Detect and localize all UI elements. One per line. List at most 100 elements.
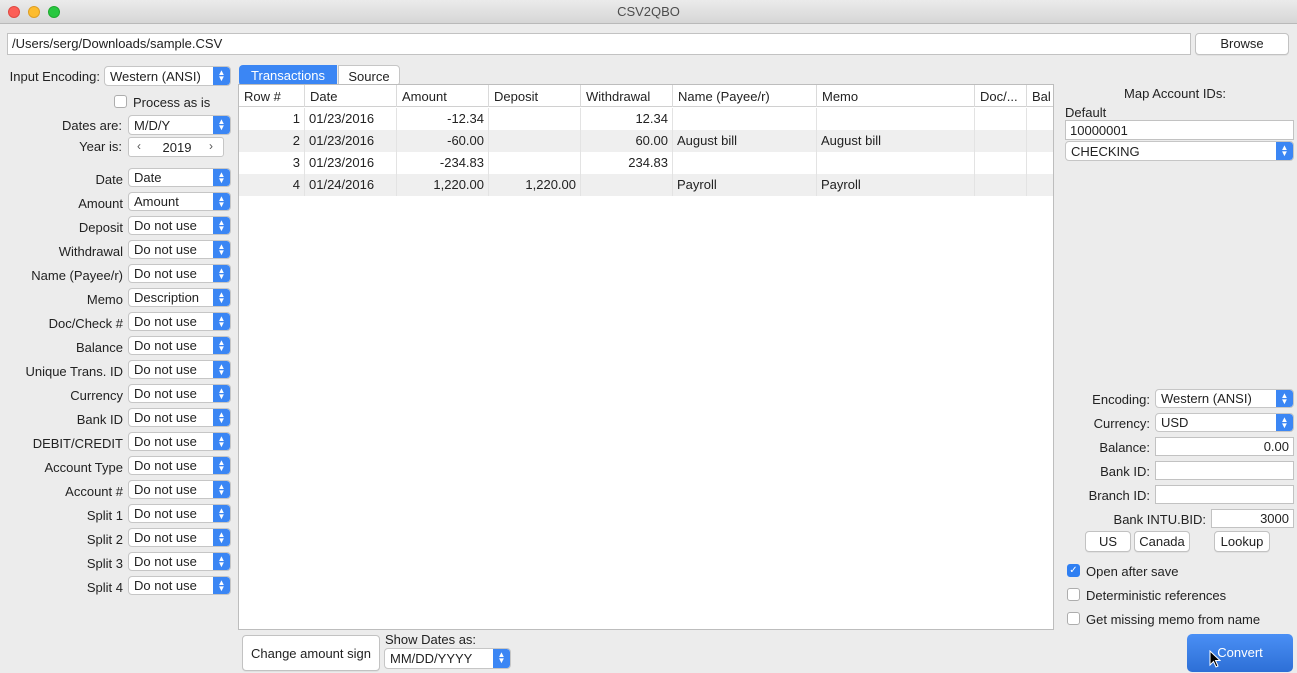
mouse-cursor-icon: [1209, 650, 1221, 668]
mapping-select[interactable]: Do not use ▲ ▼: [128, 504, 231, 523]
input-encoding-select[interactable]: Western (ANSI) ▲ ▼: [104, 66, 231, 86]
deterministic-references-checkbox[interactable]: [1067, 588, 1080, 601]
mapping-select[interactable]: Do not use ▲ ▼: [128, 408, 231, 427]
year-increment-icon[interactable]: ›: [209, 139, 213, 153]
mapping-value: Amount: [134, 194, 179, 209]
process-as-is-checkbox[interactable]: [114, 95, 127, 108]
show-dates-label: Show Dates as:: [385, 632, 477, 647]
mapping-label: Split 2: [86, 532, 123, 547]
input-encoding-label: Input Encoding:: [9, 69, 100, 84]
bank-id-label: Bank ID:: [1100, 464, 1150, 479]
show-dates-select[interactable]: MM/DD/YYYY ▲ ▼: [384, 648, 511, 669]
mapping-select[interactable]: Do not use ▲ ▼: [128, 312, 231, 331]
tab-source[interactable]: Source: [338, 65, 400, 86]
chevron-updown-icon: ▲ ▼: [213, 481, 230, 498]
mapping-value: Do not use: [134, 218, 197, 233]
column-header[interactable]: Doc/...: [975, 85, 1027, 107]
file-path-field[interactable]: /Users/serg/Downloads/sample.CSV: [7, 33, 1191, 55]
mapping-select[interactable]: Do not use ▲ ▼: [128, 480, 231, 499]
dates-are-select[interactable]: M/D/Y ▲ ▼: [128, 115, 231, 135]
year-stepper[interactable]: ‹ 2019 ›: [128, 137, 224, 157]
mapping-select[interactable]: Do not use ▲ ▼: [128, 528, 231, 547]
column-header[interactable]: Withdrawal: [581, 85, 673, 107]
balance-field[interactable]: 0.00: [1155, 437, 1294, 456]
balance-label: Balance:: [1099, 440, 1150, 455]
us-button[interactable]: US: [1085, 531, 1131, 552]
mapping-select[interactable]: Do not use ▲ ▼: [128, 264, 231, 283]
table-cell: [975, 108, 1027, 130]
table-cell: Payroll: [673, 174, 817, 196]
mapping-value: Do not use: [134, 386, 197, 401]
mapping-select[interactable]: Do not use ▲ ▼: [128, 576, 231, 595]
bank-id-field[interactable]: [1155, 461, 1294, 480]
encoding-select[interactable]: Western (ANSI) ▲ ▼: [1155, 389, 1294, 408]
table-cell: [1027, 130, 1053, 152]
mapping-value: Do not use: [134, 530, 197, 545]
mapping-select[interactable]: Do not use ▲ ▼: [128, 336, 231, 355]
column-header[interactable]: Bal: [1027, 85, 1053, 107]
canada-button[interactable]: Canada: [1134, 531, 1190, 552]
mapping-value: Do not use: [134, 482, 197, 497]
mapping-select[interactable]: Do not use ▲ ▼: [128, 432, 231, 451]
change-amount-sign-button[interactable]: Change amount sign: [242, 635, 380, 671]
show-dates-value: MM/DD/YYYY: [390, 651, 473, 666]
tab-transactions[interactable]: Transactions: [239, 65, 337, 86]
mapping-label: Bank ID: [76, 412, 123, 427]
mapping-label: Split 3: [86, 556, 123, 571]
missing-memo-checkbox[interactable]: [1067, 612, 1080, 625]
lookup-button[interactable]: Lookup: [1214, 531, 1270, 552]
mapping-select[interactable]: Description ▲ ▼: [128, 288, 231, 307]
mapping-value: Do not use: [134, 266, 197, 281]
map-account-title: Map Account IDs:: [1124, 86, 1226, 101]
transactions-table[interactable]: Row # Date Amount Deposit Withdrawal Name (Pa…: [238, 84, 1054, 630]
table-cell: [489, 152, 581, 174]
mapping-select[interactable]: Do not use ▲ ▼: [128, 360, 231, 379]
mapping-select[interactable]: Date ▲ ▼: [128, 168, 231, 187]
table-row[interactable]: 2 01/23/2016 -60.00 60.00 August bill August …: [239, 130, 1053, 152]
encoding-label: Encoding:: [1092, 392, 1150, 407]
chevron-updown-icon: ▲ ▼: [213, 289, 230, 306]
mapping-select[interactable]: Do not use ▲ ▼: [128, 240, 231, 259]
mapping-label: Unique Trans. ID: [25, 364, 123, 379]
table-row[interactable]: 4 01/24/2016 1,220.00 1,220.00 Payroll Payrol…: [239, 174, 1053, 196]
chevron-updown-icon: ▲ ▼: [1276, 390, 1293, 407]
table-cell: [1027, 174, 1053, 196]
browse-button[interactable]: Browse: [1195, 33, 1289, 55]
mapping-value: Do not use: [134, 338, 197, 353]
chevron-updown-icon: ▲ ▼: [213, 457, 230, 474]
intu-bid-field[interactable]: 3000: [1211, 509, 1294, 528]
column-header[interactable]: Row #: [239, 85, 305, 107]
chevron-updown-icon: ▲ ▼: [213, 409, 230, 426]
column-header[interactable]: Deposit: [489, 85, 581, 107]
open-after-save-checkbox[interactable]: ✓: [1067, 564, 1080, 577]
mapping-select[interactable]: Do not use ▲ ▼: [128, 552, 231, 571]
convert-button[interactable]: Convert: [1187, 634, 1293, 672]
mapping-select[interactable]: Do not use ▲ ▼: [128, 216, 231, 235]
table-cell: [673, 152, 817, 174]
column-header[interactable]: Date: [305, 85, 397, 107]
column-header[interactable]: Memo: [817, 85, 975, 107]
mapping-value: Do not use: [134, 458, 197, 473]
mapping-select[interactable]: Do not use ▲ ▼: [128, 384, 231, 403]
table-row[interactable]: 1 01/23/2016 -12.34 12.34: [239, 108, 1053, 130]
branch-id-field[interactable]: [1155, 485, 1294, 504]
table-cell: August bill: [817, 130, 975, 152]
chevron-updown-icon: ▲ ▼: [213, 169, 230, 186]
column-header[interactable]: Amount: [397, 85, 489, 107]
table-row[interactable]: 3 01/23/2016 -234.83 234.83: [239, 152, 1053, 174]
table-cell: -12.34: [397, 108, 489, 130]
table-cell: [1027, 152, 1053, 174]
mapping-value: Do not use: [134, 410, 197, 425]
table-cell: [975, 174, 1027, 196]
mapping-select[interactable]: Amount ▲ ▼: [128, 192, 231, 211]
table-cell: 01/23/2016: [305, 130, 397, 152]
currency-select[interactable]: USD ▲ ▼: [1155, 413, 1294, 432]
mapping-label: Currency: [70, 388, 123, 403]
column-header[interactable]: Name (Payee/r): [673, 85, 817, 107]
table-cell: 234.83: [581, 152, 673, 174]
mapping-label: Amount: [78, 196, 123, 211]
mapping-select[interactable]: Do not use ▲ ▼: [128, 456, 231, 475]
encoding-value: Western (ANSI): [1161, 391, 1252, 406]
account-id-field[interactable]: 10000001: [1065, 120, 1294, 140]
account-type-select[interactable]: CHECKING ▲ ▼: [1065, 141, 1294, 161]
